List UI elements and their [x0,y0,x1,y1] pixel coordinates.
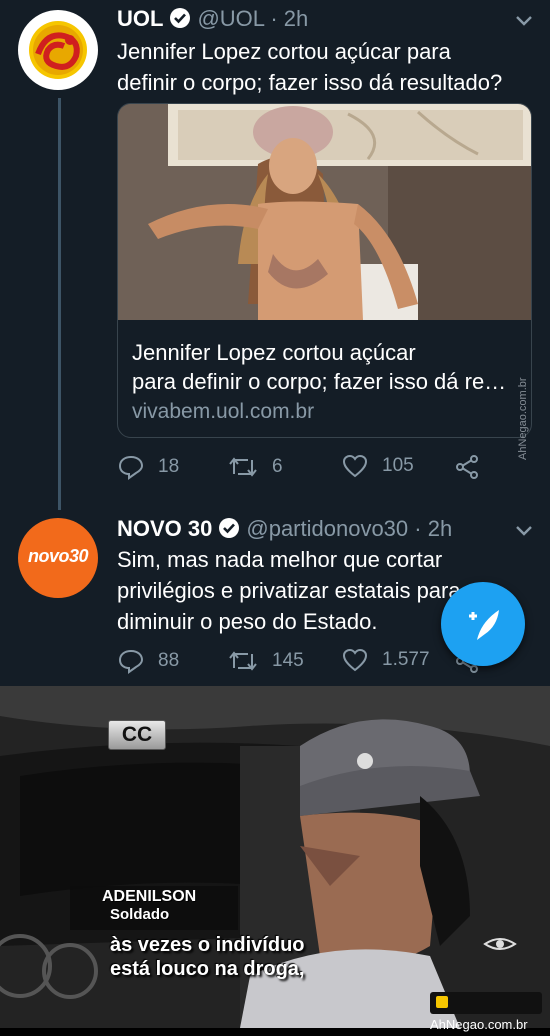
chevron-down-icon[interactable] [514,524,534,538]
bottom-watermark: AhNegao.com.br [430,992,542,1032]
reply-icon [118,649,144,674]
twitter-thread: UOL @UOL · 2h Jennifer Lopez cortou açúca… [0,0,550,686]
tweet-text-line: Jennifer Lopez cortou açúcar para [117,39,451,64]
like-count: 105 [382,455,414,476]
author-name[interactable]: UOL [117,6,163,31]
reply-count: 18 [158,456,180,477]
share-button[interactable] [454,454,480,480]
card-title: Jennifer Lopez cortou açúcar para defini… [132,338,527,396]
person-role: Soldado [110,906,170,923]
novo30-avatar[interactable]: novo30 [18,518,98,598]
side-watermark: AhNegao.com.br [512,355,534,465]
chevron-down-icon[interactable] [514,14,534,28]
thread-line [58,98,61,510]
cc-badge: CC [108,720,166,750]
compose-feather-icon [469,610,499,640]
uol-logo-icon [29,21,87,79]
author-handle[interactable]: @UOL · 2h [197,6,308,31]
tweet-text-line: definir o corpo; fazer isso dá resultado… [117,70,503,95]
tweet-text-line: Sim, mas nada melhor que cortar [117,547,443,572]
verified-icon [169,7,191,35]
reply-button[interactable]: 18 [118,454,179,480]
link-card[interactable]: Jennifer Lopez cortou açúcar para defini… [117,103,532,438]
like-count: 1.577 [382,649,430,670]
like-button[interactable]: 105 [342,454,414,478]
heart-icon [342,648,368,672]
tweet-actions: 18 6 105 [118,454,488,484]
subtitle-line: está louco na droga, [110,958,305,980]
card-image [118,104,531,320]
card-title-line: Jennifer Lopez cortou açúcar [132,340,416,365]
tweet-actions: 88 145 1.577 [118,648,488,678]
heart-icon [342,454,368,478]
compose-tweet-button[interactable] [441,582,525,666]
novo30-logo: novo30 [27,546,89,566]
person-name: ADENILSON [102,888,197,905]
retweet-count: 145 [272,650,304,671]
verified-icon [218,517,240,545]
watermark-logo-icon [436,996,448,1008]
retweet-count: 6 [272,456,283,477]
reply-icon [118,455,144,480]
subtitle-line: às vezes o indivíduo [110,934,305,956]
author-name[interactable]: NOVO 30 [117,516,212,541]
bottom-watermark-text: AhNegao.com.br [430,1017,528,1032]
meme-frame: CC ADENILSON Soldado às vezes o indivídu… [0,686,550,1028]
retweet-button[interactable]: 6 [228,454,283,480]
uol-avatar[interactable] [18,10,98,90]
card-domain: vivabem.uol.com.br [132,400,315,423]
tweet-header: NOVO 30 @partidonovo30 · 2h [117,516,452,545]
reply-count: 88 [158,650,180,671]
retweet-button[interactable]: 145 [228,648,304,674]
tweet-header: UOL @UOL · 2h [117,6,308,35]
card-title-line: para definir o corpo; fazer isso dá re… [132,369,507,394]
reply-button[interactable]: 88 [118,648,179,674]
tweet-text: Jennifer Lopez cortou açúcar para defini… [117,36,537,98]
like-button[interactable]: 1.577 [342,648,430,672]
side-watermark-text: AhNegao.com.br [517,377,529,460]
author-handle[interactable]: @partidonovo30 · 2h [246,516,452,541]
share-icon [456,455,478,479]
retweet-icon [229,651,257,671]
retweet-icon [229,457,257,477]
